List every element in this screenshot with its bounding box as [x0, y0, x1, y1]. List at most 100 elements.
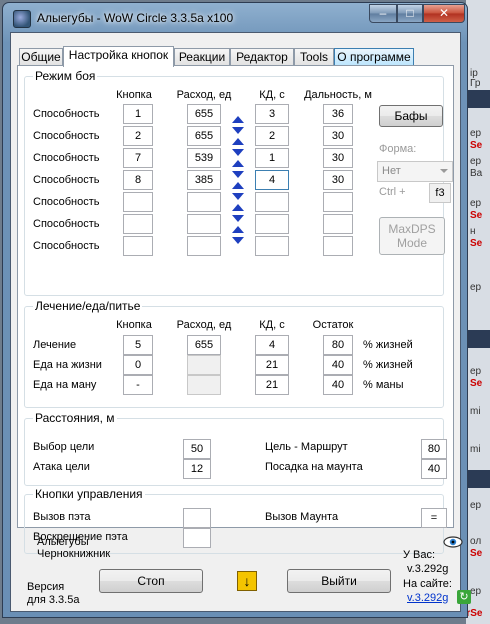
heal-cost-field[interactable] — [187, 355, 221, 375]
tab-editor[interactable]: Редактор — [230, 48, 294, 65]
title-bar[interactable]: Алыегубы - WoW Circle 3.3.5a x100 – □ ✕ — [3, 3, 467, 33]
heal-rest-field[interactable]: 40 — [323, 355, 353, 375]
character-class: Чернокнижник — [37, 548, 111, 560]
reorder-arrows-icon[interactable] — [231, 116, 245, 134]
site-version-link[interactable]: v.3.292g — [407, 592, 448, 604]
header-cd: КД, с — [259, 319, 285, 331]
ability-cd-field[interactable]: 3 — [255, 104, 289, 124]
buffs-button[interactable]: Бафы — [379, 105, 443, 127]
ability-cd-field[interactable] — [255, 214, 289, 234]
attack-target-field[interactable]: 12 — [183, 459, 211, 479]
heal-rest-field[interactable]: 80 — [323, 335, 353, 355]
route-target-label: Цель - Маршрут — [265, 441, 348, 453]
ability-cost-field[interactable]: 655 — [187, 126, 221, 146]
distances-group: Расстояния, м Выбор цели 50 Атака цели 1… — [24, 411, 447, 486]
maxdps-mode-button[interactable]: MaxDPS Mode — [379, 217, 445, 255]
reorder-arrows-icon[interactable] — [231, 204, 245, 222]
ability-cost-field[interactable] — [187, 214, 221, 234]
summon-pet-field[interactable] — [183, 508, 211, 528]
heal-cd-field[interactable]: 21 — [255, 355, 289, 375]
background-text: ep — [470, 366, 482, 377]
ability-cd-field[interactable] — [255, 192, 289, 212]
header-rest: Остаток — [312, 319, 354, 331]
ability-key-field[interactable]: 2 — [123, 126, 153, 146]
mount-landing-label: Посадка на маунта — [265, 461, 363, 473]
heal-key-field[interactable]: 5 — [123, 335, 153, 355]
ability-key-field[interactable] — [123, 192, 153, 212]
version-for: для 3.3.5a — [27, 594, 80, 606]
mount-landing-field[interactable]: 40 — [421, 459, 447, 479]
ability-key-field[interactable] — [123, 214, 153, 234]
refresh-icon[interactable]: ↻ — [457, 590, 471, 604]
ability-key-field[interactable]: 7 — [123, 148, 153, 168]
heal-cd-field[interactable]: 21 — [255, 375, 289, 395]
ability-label: Способность — [33, 152, 100, 164]
ctrl-hotkey-field[interactable]: f3 — [429, 183, 451, 203]
ability-cd-field[interactable]: 2 — [255, 126, 289, 146]
heal-rest-field[interactable]: 40 — [323, 375, 353, 395]
tab-general[interactable]: Общие — [19, 48, 63, 65]
close-button[interactable]: ✕ — [423, 4, 465, 23]
background-strip — [466, 470, 490, 488]
form-select[interactable]: Нет — [377, 161, 453, 182]
reorder-arrows-icon[interactable] — [231, 160, 245, 178]
reorder-arrows-icon[interactable] — [231, 226, 245, 244]
minimize-button[interactable]: – — [369, 4, 397, 23]
ability-key-field[interactable] — [123, 236, 153, 256]
ability-range-field[interactable] — [323, 192, 353, 212]
ability-range-field[interactable]: 36 — [323, 104, 353, 124]
stop-button[interactable]: Стоп — [99, 569, 203, 593]
combat-group: Режим боя Кнопка Расход, ед КД, с Дально… — [24, 69, 453, 296]
ability-cost-field[interactable] — [187, 236, 221, 256]
tab-button-settings[interactable]: Настройка кнопок — [63, 46, 174, 67]
ability-cost-field[interactable] — [187, 192, 221, 212]
ability-key-field[interactable]: 8 — [123, 170, 153, 190]
tab-reactions[interactable]: Реакции — [174, 48, 230, 65]
tab-about[interactable]: О программе — [334, 48, 414, 65]
background-text: Se — [470, 238, 483, 249]
background-text: Гр — [470, 78, 481, 89]
eye-icon[interactable] — [443, 535, 463, 549]
local-version: v.3.292g — [407, 563, 449, 575]
ability-cost-field[interactable]: 539 — [187, 148, 221, 168]
ability-range-field[interactable]: 30 — [323, 126, 353, 146]
heal-cd-field[interactable]: 4 — [255, 335, 289, 355]
main-window: Алыегубы - WoW Circle 3.3.5a x100 – □ ✕ … — [2, 2, 471, 618]
tab-tools[interactable]: Tools — [294, 48, 334, 65]
background-text: Se — [470, 210, 483, 221]
header-range: Дальность, м — [304, 89, 372, 101]
header-cost: Расход, ед — [176, 89, 232, 101]
summon-mount-field[interactable]: = — [421, 508, 447, 528]
reorder-arrows-icon[interactable] — [231, 138, 245, 156]
heal-key-field[interactable]: - — [123, 375, 153, 395]
summon-pet-label: Вызов пэта — [33, 511, 91, 523]
ability-cd-field[interactable] — [255, 236, 289, 256]
form-label: Форма: — [379, 143, 417, 155]
heal-cost-field[interactable]: 655 — [187, 335, 221, 355]
ability-cost-field[interactable]: 655 — [187, 104, 221, 124]
ability-cd-field[interactable]: 1 — [255, 148, 289, 168]
maximize-button[interactable]: □ — [397, 4, 423, 23]
background-text: Se — [470, 140, 483, 151]
ability-range-field[interactable]: 30 — [323, 148, 353, 168]
select-target-label: Выбор цели — [33, 441, 95, 453]
ability-range-field[interactable] — [323, 236, 353, 256]
ability-range-field[interactable] — [323, 214, 353, 234]
ability-range-field[interactable]: 30 — [323, 170, 353, 190]
heal-cost-field[interactable] — [187, 375, 221, 395]
background-text: ep — [470, 128, 482, 139]
ability-cd-field[interactable]: 4 — [255, 170, 289, 190]
ability-cost-field[interactable]: 385 — [187, 170, 221, 190]
down-arrow-icon[interactable]: ↓ — [237, 571, 257, 591]
revive-pet-field[interactable] — [183, 528, 211, 548]
distances-group-title: Расстояния, м — [33, 411, 117, 425]
reorder-arrows-icon[interactable] — [231, 182, 245, 200]
exit-button[interactable]: Выйти — [287, 569, 391, 593]
background-text: mi — [470, 444, 481, 455]
summon-mount-label: Вызов Маунта — [265, 511, 339, 523]
heal-key-field[interactable]: 0 — [123, 355, 153, 375]
ability-key-field[interactable]: 1 — [123, 104, 153, 124]
header-key: Кнопка — [116, 319, 152, 331]
select-target-field[interactable]: 50 — [183, 439, 211, 459]
route-target-field[interactable]: 80 — [421, 439, 447, 459]
